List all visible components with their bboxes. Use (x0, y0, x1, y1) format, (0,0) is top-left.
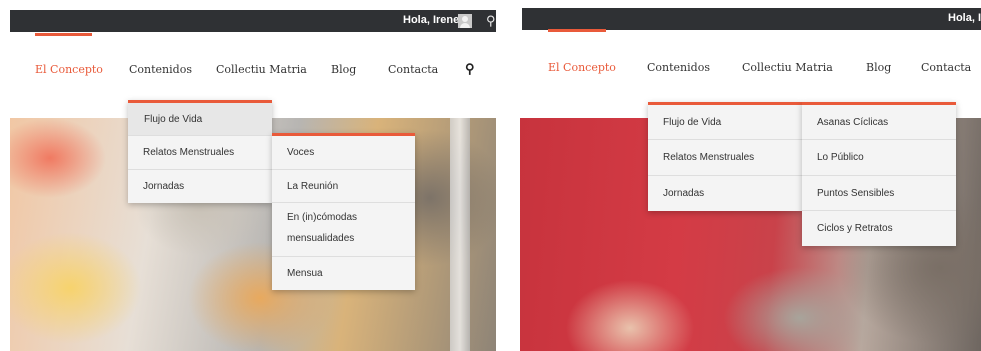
active-nav-indicator (35, 33, 92, 36)
user-greeting[interactable]: Hola, Irene (403, 14, 459, 26)
submenu-item-jornadas[interactable]: Jornadas (648, 176, 802, 211)
nav-item-blog[interactable]: Blog (331, 63, 356, 76)
nav-item-contacta[interactable]: Contacta (921, 61, 971, 74)
subsubmenu-relatos: Voces La Reunión En (in)cómodas mensuali… (272, 133, 415, 290)
subsubmenu-item-mensua[interactable]: Mensua (272, 257, 415, 290)
submenu-contenidos: Flujo de Vida Relatos Menstruales Jornad… (648, 102, 802, 211)
user-avatar-icon[interactable] (458, 14, 472, 28)
admin-topbar: Hola, Irene ⚲ (10, 10, 496, 32)
subsubmenu-item-la-reunion[interactable]: La Reunión (272, 170, 415, 203)
submenu-item-jornadas[interactable]: Jornadas (128, 170, 272, 203)
panel-separator (496, 0, 512, 351)
user-greeting[interactable]: Hola, Ir (948, 12, 981, 24)
nav-item-contenidos[interactable]: Contenidos (647, 61, 710, 74)
submenu-item-flujo-de-vida[interactable]: Flujo de Vida (128, 103, 272, 136)
search-icon[interactable]: ⚲ (486, 13, 496, 29)
subsubmenu-item-ciclos-y-retratos[interactable]: Ciclos y Retratos (802, 211, 956, 246)
nav-item-contacta[interactable]: Contacta (388, 63, 438, 76)
subsubmenu-item-asanas-ciclicas[interactable]: Asanas Cíclicas (802, 105, 956, 140)
admin-topbar: Hola, Ir (522, 8, 981, 30)
submenu-item-relatos-menstruales[interactable]: Relatos Menstruales (648, 140, 802, 176)
subsubmenu-item-lo-publico[interactable]: Lo Público (802, 140, 956, 176)
submenu-item-flujo-de-vida[interactable]: Flujo de Vida (648, 105, 802, 140)
nav-item-blog[interactable]: Blog (866, 61, 891, 74)
nav-item-collectiu-matria[interactable]: Collectiu Matria (742, 61, 833, 74)
nav-item-el-concepto[interactable]: El Concepto (548, 61, 616, 74)
search-icon[interactable]: ⚲ (465, 61, 475, 77)
subsubmenu-flujo-de-vida: Asanas Cíclicas Lo Público Puntos Sensib… (802, 102, 956, 246)
subsubmenu-item-voces[interactable]: Voces (272, 136, 415, 170)
right-screenshot-panel: Hola, Ir El Concepto Contenidos Collecti… (512, 0, 981, 351)
nav-item-el-concepto[interactable]: El Concepto (35, 63, 103, 76)
left-screenshot-panel: Hola, Irene ⚲ El Concepto Contenidos Col… (0, 0, 496, 351)
submenu-contenidos: Flujo de Vida Relatos Menstruales Jornad… (128, 100, 272, 203)
active-nav-indicator (548, 29, 606, 32)
subsubmenu-item-en-incomodas[interactable]: En (in)cómodas mensualidades (272, 203, 415, 257)
subsubmenu-item-puntos-sensibles[interactable]: Puntos Sensibles (802, 176, 956, 211)
submenu-item-relatos-menstruales[interactable]: Relatos Menstruales (128, 136, 272, 170)
nav-item-collectiu-matria[interactable]: Collectiu Matria (216, 63, 307, 76)
nav-item-contenidos[interactable]: Contenidos (129, 63, 192, 76)
